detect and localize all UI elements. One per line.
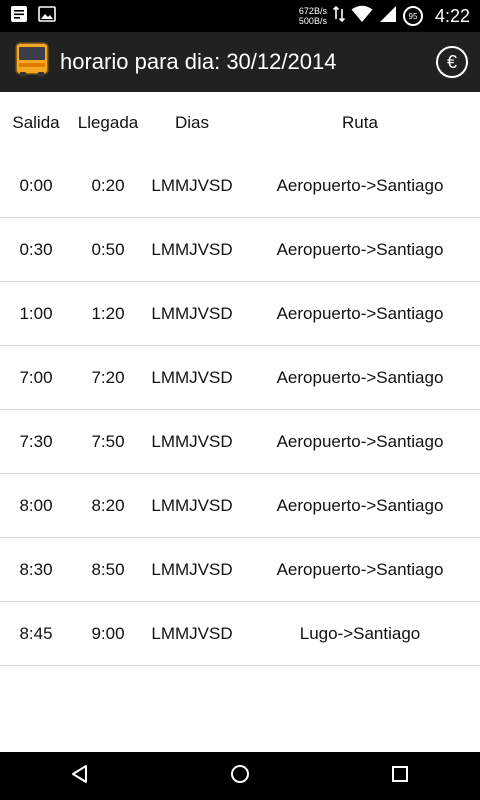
dias-cell: LMMJVSD <box>151 303 233 323</box>
salida-cell: 8:00 <box>19 495 53 515</box>
fare-button[interactable]: € <box>436 46 468 78</box>
notification-icon <box>10 5 28 28</box>
llegada-cell: 1:20 <box>91 303 125 323</box>
battery-level-text: 95 <box>408 11 418 21</box>
salida-cell: 7:00 <box>19 367 53 387</box>
bus-icon[interactable] <box>12 40 52 85</box>
dias-cell: LMMJVSD <box>151 623 233 643</box>
llegada-cell: 0:50 <box>91 239 125 259</box>
header-ruta: Ruta <box>342 113 378 132</box>
net-up-text: 672B/s <box>298 6 327 16</box>
header-dias: Dias <box>174 113 209 132</box>
llegada-cell: 8:50 <box>91 559 125 579</box>
ruta-cell: Aeropuerto->Santiago <box>276 431 444 451</box>
table-row[interactable]: 8:30 8:50 LMMJVSD Aeropuerto->Santiago <box>0 538 480 602</box>
recents-icon <box>391 765 409 788</box>
image-icon <box>38 5 56 28</box>
clock: 4:22 <box>434 5 470 26</box>
ruta-cell: Aeropuerto->Santiago <box>276 367 444 387</box>
ruta-cell: Aeropuerto->Santiago <box>276 495 444 515</box>
euro-icon: € <box>446 51 457 72</box>
ruta-cell: Aeropuerto->Santiago <box>276 303 444 323</box>
data-transfer-icon <box>332 5 346 28</box>
wifi-icon <box>351 5 373 28</box>
dias-cell: LMMJVSD <box>151 495 233 515</box>
llegada-cell: 7:20 <box>91 367 125 387</box>
ruta-cell: Aeropuerto->Santiago <box>276 559 444 579</box>
home-button[interactable] <box>210 752 270 800</box>
signal-icon <box>379 5 397 28</box>
dias-cell: LMMJVSD <box>151 367 233 387</box>
salida-cell: 8:45 <box>19 623 53 643</box>
header-salida: Salida <box>12 113 60 132</box>
llegada-cell: 9:00 <box>91 623 125 643</box>
salida-cell: 7:30 <box>19 431 53 451</box>
llegada-cell: 7:50 <box>91 431 125 451</box>
table-header: Salida Llegada Dias Ruta <box>0 92 480 154</box>
page-title: horario para dia: 30/12/2014 <box>60 49 337 74</box>
ruta-cell: Lugo->Santiago <box>299 623 421 643</box>
table-row[interactable]: 1:00 1:20 LMMJVSD Aeropuerto->Santiago <box>0 282 480 346</box>
back-button[interactable] <box>50 752 110 800</box>
table-row[interactable]: 0:00 0:20 LMMJVSD Aeropuerto->Santiago <box>0 154 480 218</box>
salida-cell: 1:00 <box>19 303 53 323</box>
app-bar: horario para dia: 30/12/2014 € <box>0 32 480 92</box>
table-row[interactable]: 7:30 7:50 LMMJVSD Aeropuerto->Santiago <box>0 410 480 474</box>
table-row[interactable]: 7:00 7:20 LMMJVSD Aeropuerto->Santiago <box>0 346 480 410</box>
back-icon <box>70 764 90 789</box>
dias-cell: LMMJVSD <box>151 239 233 259</box>
table-row[interactable]: 8:45 9:00 LMMJVSD Lugo->Santiago <box>0 602 480 666</box>
header-llegada: Llegada <box>77 113 139 132</box>
dias-cell: LMMJVSD <box>151 559 233 579</box>
status-bar: 672B/s 500B/s 95 4:22 <box>0 0 480 32</box>
home-icon <box>230 764 250 789</box>
schedule-table: Salida Llegada Dias Ruta 0:00 0:20 LMMJV… <box>0 92 480 752</box>
dias-cell: LMMJVSD <box>151 431 233 451</box>
net-down-text: 500B/s <box>298 16 327 26</box>
recents-button[interactable] <box>370 752 430 800</box>
salida-cell: 0:00 <box>19 175 53 195</box>
salida-cell: 0:30 <box>19 239 53 259</box>
llegada-cell: 0:20 <box>91 175 125 195</box>
network-speed: 672B/s 500B/s <box>299 6 327 26</box>
battery-icon: 95 <box>402 6 423 26</box>
llegada-cell: 8:20 <box>91 495 125 515</box>
dias-cell: LMMJVSD <box>151 175 233 195</box>
table-row[interactable]: 8:00 8:20 LMMJVSD Aeropuerto->Santiago <box>0 474 480 538</box>
ruta-cell: Aeropuerto->Santiago <box>276 239 444 259</box>
ruta-cell: Aeropuerto->Santiago <box>276 175 444 195</box>
table-row[interactable]: 0:30 0:50 LMMJVSD Aeropuerto->Santiago <box>0 218 480 282</box>
navigation-bar <box>0 752 480 800</box>
salida-cell: 8:30 <box>19 559 53 579</box>
